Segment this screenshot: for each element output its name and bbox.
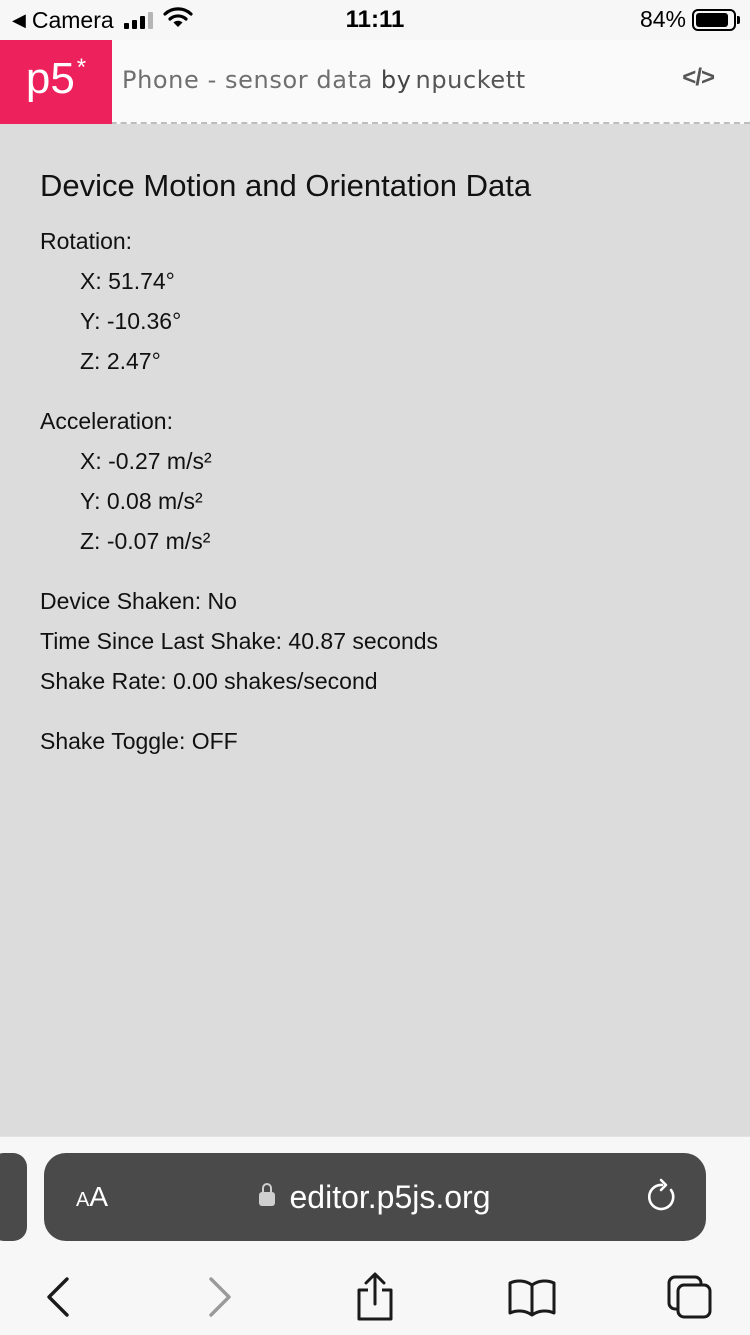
reload-icon[interactable] <box>644 1177 680 1220</box>
chevron-right-icon <box>209 1277 231 1317</box>
acceleration-z: Z: -0.07 m/s² <box>80 528 211 554</box>
tabs-button[interactable] <box>660 1267 720 1327</box>
page-title: Device Motion and Orientation Data <box>40 168 532 203</box>
battery-percent: 84% <box>639 6 686 32</box>
view-code-button[interactable]: </> <box>682 64 715 92</box>
rotation-label: Rotation: <box>40 228 133 254</box>
battery-icon <box>692 8 740 31</box>
sketch-title: Phone - sensor data by npuckett <box>122 66 526 94</box>
safari-bottom-bar: AA editor.p5js.org <box>0 1136 750 1335</box>
book-icon <box>508 1279 556 1317</box>
shake-rate-text: Shake Rate: 0.00 shakes/second <box>40 668 378 694</box>
p5-logo[interactable]: p5 * <box>0 40 112 124</box>
acceleration-label: Acceleration: <box>40 408 173 434</box>
url-display[interactable]: editor.p5js.org <box>44 1179 706 1216</box>
rotation-y: Y: -10.36° <box>80 308 182 334</box>
p5-logo-text: p5 <box>25 54 75 103</box>
status-time: 11:11 <box>345 6 405 33</box>
url-text: editor.p5js.org <box>289 1179 491 1215</box>
rotation-x: X: 51.74° <box>80 268 175 294</box>
p5-header: p5 * Phone - sensor data by npuckett </> <box>0 40 750 124</box>
sketch-name[interactable]: Phone - sensor data <box>122 66 373 94</box>
acceleration-y: Y: 0.08 m/s² <box>80 488 203 514</box>
p5-logo-asterisk: * <box>76 54 87 81</box>
share-icon <box>357 1272 393 1321</box>
shake-toggle-text: Shake Toggle: OFF <box>40 728 238 754</box>
share-button[interactable] <box>345 1267 405 1327</box>
author-name[interactable]: npuckett <box>416 66 526 94</box>
status-bar: ◀ Camera 11:11 84% <box>0 0 750 40</box>
safari-toolbar <box>0 1257 750 1327</box>
time-since-shake-text: Time Since Last Shake: 40.87 seconds <box>40 628 439 654</box>
battery-status: 84% <box>639 6 740 33</box>
forward-button[interactable] <box>190 1267 250 1327</box>
device-shaken-text: Device Shaken: No <box>40 588 237 614</box>
sketch-canvas: Device Motion and Orientation Data Rotat… <box>0 124 750 1136</box>
lock-icon <box>259 1183 276 1206</box>
tabs-icon <box>667 1275 712 1319</box>
bookmarks-button[interactable] <box>502 1267 562 1327</box>
rotation-z: Z: 2.47° <box>80 348 161 374</box>
chevron-left-icon <box>47 1277 69 1317</box>
previous-tab-pill[interactable] <box>0 1153 27 1241</box>
address-bar[interactable]: AA editor.p5js.org <box>44 1153 706 1241</box>
back-button[interactable] <box>28 1267 88 1327</box>
by-label: by <box>380 66 412 94</box>
acceleration-x: X: -0.27 m/s² <box>80 448 212 474</box>
